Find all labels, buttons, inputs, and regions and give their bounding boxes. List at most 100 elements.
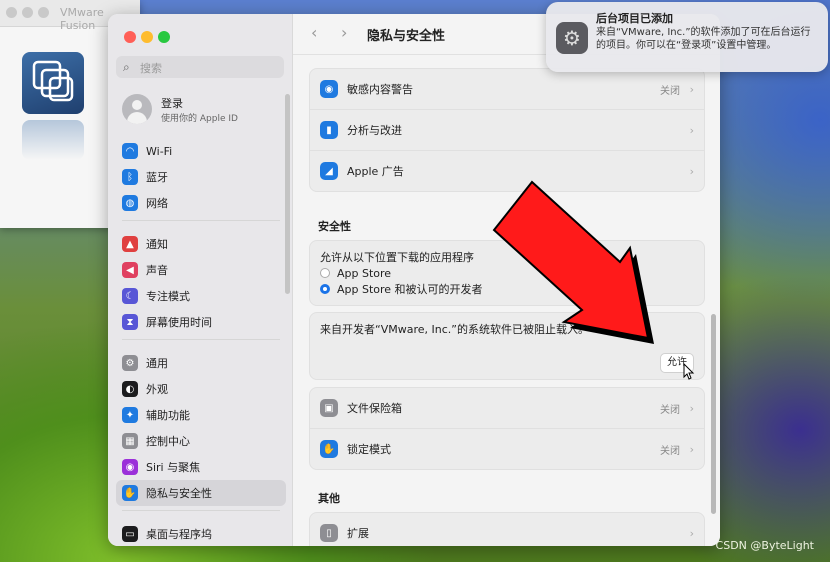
chevron-right-icon: › <box>689 82 694 96</box>
vmware-logo-reflection <box>22 120 84 160</box>
sidebar-item-label: 蓝牙 <box>146 171 168 184</box>
sidebar-list: ◠ Wi-Fi ᛒ 蓝牙 ◍ 网络 ▲ 通知 ◀ 声音 ☾ 专注模式 ⧗ 屏幕使用时间 ⚙ 通用 ◐ 外观 ✦ 辅助功… <box>116 138 286 546</box>
search-icon: ⌕ <box>123 60 130 74</box>
gear-icon: ⚙ <box>122 355 138 371</box>
row-value: 关闭 <box>660 404 680 416</box>
settings-row[interactable]: ▣ 文件保险箱 关闭 › <box>310 388 704 429</box>
minimize-button[interactable] <box>141 31 153 43</box>
sidebar-item[interactable]: ⧗ 屏幕使用时间 <box>116 309 286 335</box>
zoom-button[interactable] <box>158 31 170 43</box>
sidebar-item[interactable]: ◐ 外观 <box>116 376 286 402</box>
row-label: 锁定模式 <box>347 443 391 456</box>
chevron-right-icon: › <box>689 442 694 456</box>
radio-button-on[interactable] <box>320 284 330 294</box>
row-label: 分析与改进 <box>347 124 402 137</box>
sidebar: ⌕ 搜索 登录 使用你的 Apple ID ◠ Wi-Fi ᛒ 蓝牙 ◍ 网络 ▲ 通知 ◀ 声音… <box>108 14 293 546</box>
radio-app-store-identified[interactable]: App Store 和被认可的开发者 <box>320 281 483 297</box>
row-label: 扩展 <box>347 527 369 540</box>
sidebar-divider <box>122 510 280 521</box>
sidebar-scrollbar[interactable] <box>285 94 290 294</box>
row-label: 文件保险箱 <box>347 402 402 415</box>
speaker-icon: ◀ <box>122 262 138 278</box>
privacy-options-card: ◉ 敏感内容警告 关闭 › ▮ 分析与改进 › ◢ Apple 广告 › <box>309 68 705 192</box>
radio-button-off[interactable] <box>320 268 330 278</box>
close-button[interactable] <box>124 31 136 43</box>
sidebar-item[interactable]: ◍ 网络 <box>116 190 286 216</box>
radio-group: App Store App Store 和被认可的开发者 <box>320 265 483 297</box>
vmware-logo-icon[interactable] <box>22 52 84 114</box>
control-center-icon: ▦ <box>122 433 138 449</box>
siri-icon: ◉ <box>122 459 138 475</box>
settings-row[interactable]: ◉ 敏感内容警告 关闭 › <box>310 69 704 110</box>
sidebar-item[interactable]: ✦ 辅助功能 <box>116 402 286 428</box>
minimize-dot-inactive[interactable] <box>22 7 33 18</box>
page-title: 隐私与安全性 <box>367 29 446 44</box>
radio-app-store[interactable]: App Store <box>320 265 483 281</box>
accessibility-icon: ✦ <box>122 407 138 423</box>
sidebar-item[interactable]: ▦ 控制中心 <box>116 428 286 454</box>
eye-icon: ◉ <box>320 80 338 98</box>
megaphone-icon: ◢ <box>320 162 338 180</box>
sidebar-item[interactable]: ◠ Wi-Fi <box>116 138 286 164</box>
background-item-notification[interactable]: ⚙ 后台项目已添加 来自“VMware, Inc.”的软件添加了可在后台运行的项… <box>546 2 828 72</box>
settings-row[interactable]: ✋ 锁定模式 关闭 › <box>310 429 704 469</box>
sidebar-item[interactable]: ☾ 专注模式 <box>116 283 286 309</box>
security-options-card: ▣ 文件保险箱 关闭 › ✋ 锁定模式 关闭 › <box>309 387 705 470</box>
hand-icon: ✋ <box>122 485 138 501</box>
extension-icon: ▯ <box>320 524 338 542</box>
avatar <box>122 94 152 124</box>
sidebar-item[interactable]: ▭ 桌面与程序坞 <box>116 521 286 546</box>
account-name: 登录 <box>161 97 183 110</box>
search-input[interactable]: ⌕ 搜索 <box>116 56 284 78</box>
other-options-card: ▯ 扩展 › <box>309 512 705 546</box>
sidebar-item-label: 专注模式 <box>146 290 190 303</box>
settings-row[interactable]: ▮ 分析与改进 › <box>310 110 704 151</box>
back-button[interactable]: ‹ <box>311 23 317 42</box>
apple-id-account[interactable]: 登录 使用你的 Apple ID <box>122 94 282 128</box>
chevron-right-icon: › <box>689 164 694 178</box>
row-label: Apple 广告 <box>347 165 404 178</box>
sidebar-item-label: 桌面与程序坞 <box>146 528 212 541</box>
settings-row[interactable]: ▯ 扩展 › <box>310 513 704 546</box>
sidebar-item[interactable]: ◉ Siri 与聚焦 <box>116 454 286 480</box>
sidebar-divider <box>122 220 280 231</box>
traffic-lights <box>124 28 175 47</box>
chart-icon: ▮ <box>320 121 338 139</box>
chevron-right-icon: › <box>689 401 694 415</box>
radio-label: App Store 和被认可的开发者 <box>337 283 483 296</box>
row-value: 关闭 <box>660 445 680 457</box>
sidebar-item-label: Wi-Fi <box>146 144 173 158</box>
other-heading: 其他 <box>318 492 340 505</box>
search-placeholder: 搜索 <box>140 62 162 75</box>
sidebar-item-label: 网络 <box>146 197 168 210</box>
zoom-dot-inactive[interactable] <box>38 7 49 18</box>
hand-icon: ✋ <box>320 440 338 458</box>
hourglass-icon: ⧗ <box>122 314 138 330</box>
watermark: CSDN @ByteLight <box>715 539 814 552</box>
bluetooth-icon: ᛒ <box>122 169 138 185</box>
sidebar-item[interactable]: ▲ 通知 <box>116 231 286 257</box>
sidebar-item-label: 隐私与安全性 <box>146 487 212 500</box>
notification-body: 来自“VMware, Inc.”的软件添加了可在后台运行的项目。你可以在“登录项… <box>596 27 811 51</box>
sidebar-item-label: 控制中心 <box>146 435 190 448</box>
sidebar-item[interactable]: ◀ 声音 <box>116 257 286 283</box>
dock-icon: ▭ <box>122 526 138 542</box>
row-label: 敏感内容警告 <box>347 83 413 96</box>
download-label: 允许从以下位置下载的应用程序 <box>320 251 474 264</box>
content-scrollbar[interactable] <box>711 314 716 514</box>
account-subtitle: 使用你的 Apple ID <box>161 114 238 124</box>
sidebar-item[interactable]: ✋ 隐私与安全性 <box>116 480 286 506</box>
security-heading: 安全性 <box>318 220 351 233</box>
sidebar-item[interactable]: ᛒ 蓝牙 <box>116 164 286 190</box>
appearance-icon: ◐ <box>122 381 138 397</box>
sidebar-item-label: Siri 与聚焦 <box>146 461 201 474</box>
mouse-pointer-icon <box>683 363 695 380</box>
chevron-right-icon: › <box>689 526 694 540</box>
sidebar-item[interactable]: ⚙ 通用 <box>116 350 286 376</box>
close-dot-inactive[interactable] <box>6 7 17 18</box>
bell-icon: ▲ <box>122 236 138 252</box>
radio-label: App Store <box>337 266 392 280</box>
sidebar-item-label: 通知 <box>146 238 168 251</box>
row-value: 关闭 <box>660 85 680 97</box>
forward-button[interactable]: › <box>341 23 347 42</box>
